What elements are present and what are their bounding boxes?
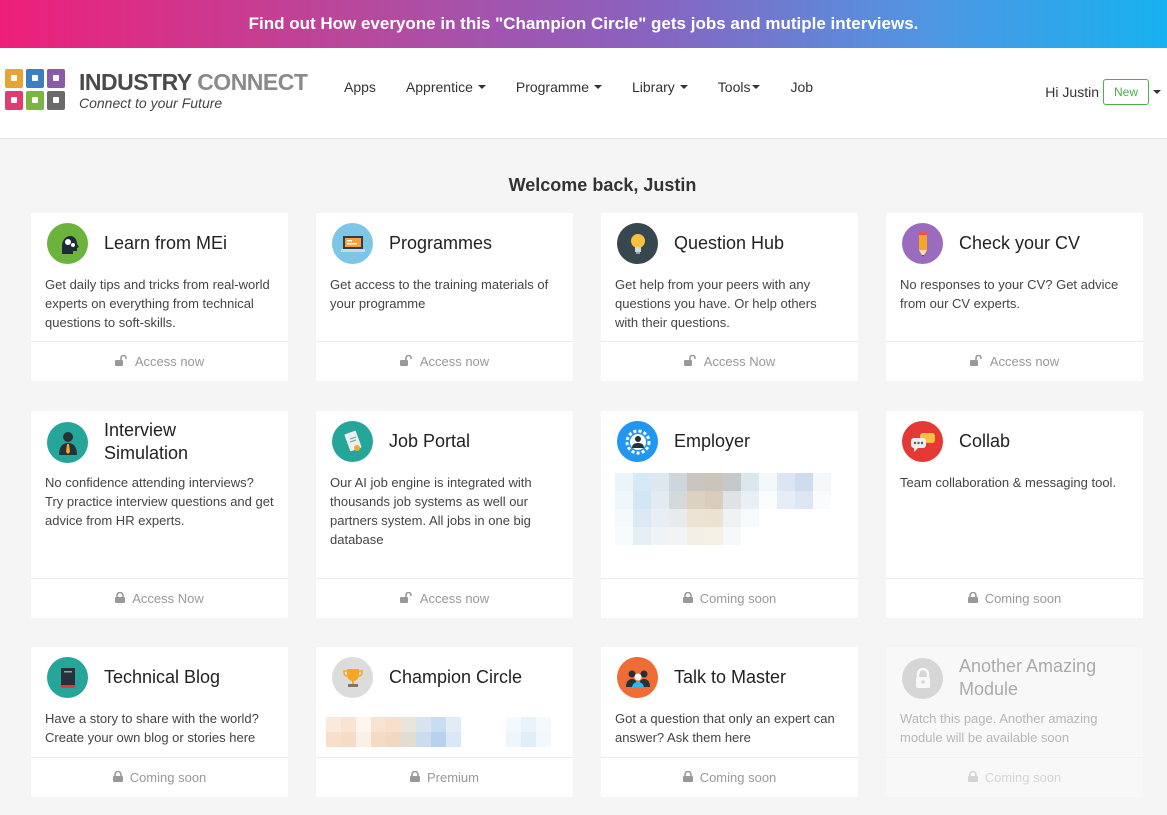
promo-banner-text[interactable]: Find out How everyone in this "Champion … — [249, 14, 919, 34]
trophy-icon — [332, 657, 373, 698]
card-another-amazing-module: Another Amazing Module Watch this page. … — [886, 647, 1143, 797]
logo-mark-icon — [5, 69, 65, 111]
chevron-down-icon — [477, 85, 486, 89]
card-title: Question Hub — [674, 233, 785, 253]
card-description: Team collaboration & messaging tool. — [900, 475, 1117, 490]
card-interview-simulation[interactable]: Interview Simulation No confidence atten… — [31, 411, 288, 618]
chevron-down-icon[interactable] — [1153, 90, 1161, 94]
card-collab[interactable]: Collab Team collaboration & messaging to… — [886, 411, 1143, 618]
blurred-content — [326, 717, 551, 747]
chevron-down-icon — [594, 85, 602, 89]
card-description: Got a question that only an expert can a… — [615, 711, 835, 745]
card-check-your-cv[interactable]: Check your CV No responses to your CV? G… — [886, 213, 1143, 381]
unlock-icon — [114, 354, 128, 369]
coming-soon-button: Coming soon — [886, 757, 1143, 797]
card-description: Watch this page. Another amazing module … — [900, 711, 1098, 745]
card-description: Have a story to share with the world? Cr… — [45, 711, 259, 745]
padlock-icon — [902, 657, 943, 699]
unlock-icon — [969, 354, 983, 369]
chat-bubbles-icon — [902, 421, 943, 462]
coming-soon-button[interactable]: Coming soon — [601, 757, 858, 797]
card-description: Get daily tips and tricks from real-worl… — [45, 277, 270, 330]
card-title: Technical Blog — [104, 667, 221, 687]
unlock-icon — [399, 591, 413, 606]
user-greeting[interactable]: Hi Justin — [1045, 84, 1099, 100]
card-description: Get access to the training materials of … — [330, 277, 549, 311]
nav-job[interactable]: Job — [790, 79, 813, 95]
logo-title: INDUSTRY CONNECT — [79, 69, 308, 95]
card-description: No responses to your CV? Get advice from… — [900, 277, 1119, 311]
lock-icon — [967, 591, 978, 606]
card-title: Employer — [674, 431, 751, 451]
blurred-content — [615, 473, 831, 545]
lock-icon — [115, 591, 126, 606]
card-job-portal[interactable]: Job Portal Our AI job engine is integrat… — [316, 411, 573, 618]
nav-tools[interactable]: Tools — [718, 79, 761, 95]
lock-icon — [409, 770, 420, 785]
card-description: No confidence attending interviews? Try … — [45, 475, 274, 528]
employer-gear-icon — [617, 421, 658, 462]
chevron-down-icon — [679, 85, 688, 89]
card-title: Collab — [959, 431, 1011, 451]
chevron-down-icon — [752, 85, 761, 89]
card-title: Check your CV — [959, 233, 1081, 253]
card-title: Another Amazing Module — [959, 656, 1097, 699]
card-title: Programmes — [389, 233, 493, 253]
card-programmes[interactable]: Programmes Get access to the training ma… — [316, 213, 573, 381]
nav-library[interactable]: Library — [632, 79, 688, 95]
card-talk-to-master[interactable]: Talk to Master Got a question that only … — [601, 647, 858, 797]
coming-soon-button[interactable]: Coming soon — [31, 757, 288, 797]
nav-programme[interactable]: Programme — [516, 79, 602, 95]
new-badge[interactable]: New — [1102, 79, 1149, 105]
card-title: Job Portal — [389, 431, 471, 451]
access-now-button[interactable]: Access now — [316, 341, 573, 381]
nav-apprentice[interactable]: Apprentice — [406, 79, 486, 95]
card-technical-blog[interactable]: Technical Blog Have a story to share wit… — [31, 647, 288, 797]
card-learn-from-mei[interactable]: Learn from MEi Get daily tips and tricks… — [31, 213, 288, 381]
coming-soon-button[interactable]: Coming soon — [601, 578, 858, 618]
lock-icon — [682, 770, 693, 785]
logo-tagline: Connect to your Future — [79, 95, 223, 111]
access-now-button[interactable]: Access now — [31, 341, 288, 381]
book-icon — [47, 657, 88, 698]
card-title: Learn from MEi — [104, 233, 228, 253]
card-description: Our AI job engine is integrated with tho… — [330, 475, 532, 547]
group-icon — [617, 657, 658, 698]
industry-connect-logo[interactable]: INDUSTRY CONNECT Connect to your Future — [5, 69, 308, 111]
certificate-icon — [332, 421, 373, 462]
card-employer[interactable]: Employer Coming soon — [601, 411, 858, 618]
unlock-icon — [683, 354, 697, 369]
top-navbar: INDUSTRY CONNECT Connect to your Future … — [0, 48, 1167, 139]
lock-icon — [682, 591, 693, 606]
lock-icon — [967, 770, 978, 785]
card-title: Interview Simulation — [104, 420, 189, 463]
user-menu[interactable]: Hi Justin New — [1045, 79, 1161, 105]
main-nav: Apps Apprentice Programme Library Tools … — [344, 79, 813, 95]
lightbulb-icon — [617, 223, 658, 264]
premium-button[interactable]: Premium — [316, 757, 573, 797]
card-question-hub[interactable]: Question Hub Get help from your peers wi… — [601, 213, 858, 381]
card-description: Get help from your peers with any questi… — [615, 277, 817, 330]
unlock-icon — [399, 354, 413, 369]
access-now-button[interactable]: Access Now — [601, 341, 858, 381]
nav-apps[interactable]: Apps — [344, 79, 376, 95]
card-champion-circle[interactable]: Champion Circle Premium — [316, 647, 573, 797]
welcome-heading: Welcome back, Justin — [508, 175, 697, 195]
access-now-button[interactable]: Access now — [316, 578, 573, 618]
pencil-icon — [902, 223, 943, 264]
gears-head-icon — [47, 223, 88, 264]
laptop-icon — [332, 223, 373, 264]
access-now-button[interactable]: Access now — [886, 341, 1143, 381]
card-title: Champion Circle — [389, 667, 523, 687]
coming-soon-button[interactable]: Coming soon — [886, 578, 1143, 618]
promo-banner[interactable]: Find out How everyone in this "Champion … — [0, 0, 1167, 48]
lock-icon — [112, 770, 123, 785]
interviewer-icon — [47, 421, 88, 463]
card-title: Talk to Master — [674, 667, 787, 687]
access-now-button[interactable]: Access Now — [31, 578, 288, 618]
